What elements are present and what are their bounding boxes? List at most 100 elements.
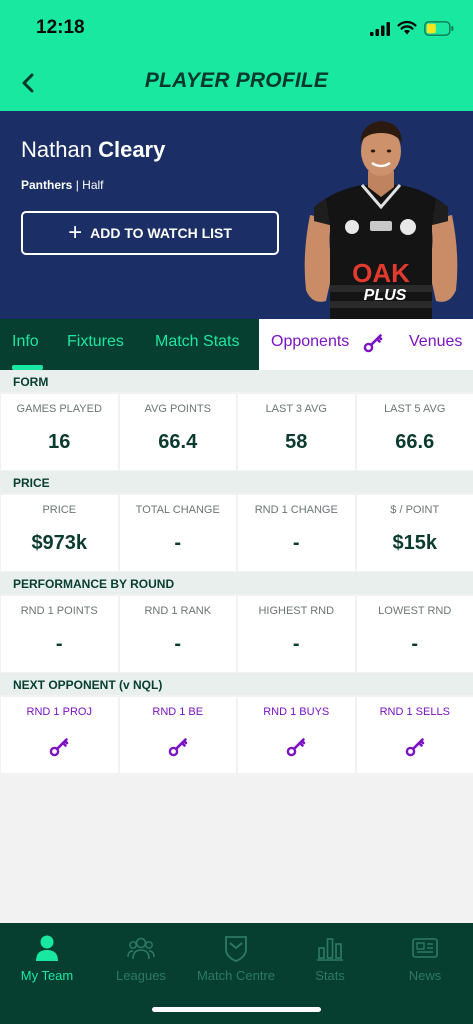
jersey-sponsor-text: OAK [352,258,410,288]
jersey-sponsor-text-2: PLUS [364,287,407,304]
stat-label: GAMES PLAYED [16,403,102,415]
stat-rnd-1-rank: RND 1 RANK - [119,596,236,672]
stat-label: RND 1 BE [152,706,204,718]
plus-icon: + [68,219,83,246]
section-title: NEXT OPPONENT (v NQL) [13,678,163,692]
player-name: Nathan Cleary [21,137,165,163]
nav-label: Stats [315,968,345,983]
stat-label: AVG POINTS [144,403,211,415]
section-header-performance: PERFORMANCE BY ROUND [0,572,473,594]
status-time: 12:18 [36,17,85,38]
stat-value: - [292,532,300,554]
section-title: PRICE [13,476,50,490]
nav-match-centre[interactable]: Match Centre [189,923,283,993]
stat-value: $15k [392,532,438,554]
stat-label: PRICE [42,504,77,516]
stat-rnd-1-buys[interactable]: RND 1 BUYS [238,697,355,773]
shield-icon [225,936,247,962]
section-title: PERFORMANCE BY ROUND [13,577,175,591]
stat-value: $973k [31,532,88,554]
home-indicator [152,1007,321,1012]
stat-label: $ / POINT [390,504,440,516]
status-bar: 12:18 [0,0,473,55]
stat-games-played: GAMES PLAYED 16 [1,394,118,470]
stat-rnd-1-be[interactable]: RND 1 BE [119,697,236,773]
stat-rnd-1-change: RND 1 CHANGE - [238,495,355,571]
next-opponent-stats-row: RND 1 PROJ RND 1 BE RND 1 BUYS RND 1 SEL… [1,697,473,773]
stat-label: RND 1 SELLS [379,706,450,718]
nav-news[interactable]: News [378,923,472,993]
stat-value: - [174,633,182,655]
add-to-watch-list-button[interactable]: + ADD TO WATCH LIST [21,211,279,255]
tab-bar: Info Fixtures Match Stats Opponents Venu… [0,319,473,370]
stat-value: - [292,633,300,655]
player-last-name: Cleary [98,137,166,162]
tab-match-stats[interactable]: Match Stats [155,333,239,351]
stat-last-5-avg: LAST 5 AVG 66.6 [356,394,473,470]
stat-value: 66.4 [158,431,198,453]
stat-lowest-rnd: LOWEST RND - [356,596,473,672]
nav-label: Match Centre [196,968,276,983]
player-position: | Half [75,178,104,192]
person-icon [36,935,58,961]
page-title: PLAYER PROFILE [144,69,329,92]
player-team: Panthers [21,178,73,192]
section-header-form: FORM [0,370,473,392]
stat-label: RND 1 POINTS [20,605,98,617]
watch-button-label: ADD TO WATCH LIST [90,225,232,241]
newspaper-icon [412,938,438,958]
key-icon [168,738,188,757]
stat-label: HIGHEST RND [258,605,335,617]
stat-price: PRICE $973k [1,495,118,571]
group-icon [127,937,155,960]
stat-highest-rnd: HIGHEST RND - [238,596,355,672]
nav-label: News [408,968,442,983]
stat-label: RND 1 PROJ [26,706,92,718]
player-hero: Nathan Cleary Panthers | Half + ADD TO W… [0,111,473,319]
stat-value: - [411,633,419,655]
stat-value: 58 [285,431,308,453]
nav-label: My Team [20,968,74,983]
key-icon [49,738,69,757]
stat-label: RND 1 CHANGE [254,504,338,516]
section-header-next-opponent: NEXT OPPONENT (v NQL) [0,673,473,695]
stat-label: RND 1 RANK [144,605,212,617]
nav-bar: PLAYER PROFILE [0,55,473,111]
performance-stats-row: RND 1 POINTS - RND 1 RANK - HIGHEST RND … [1,596,473,672]
tab-fixtures[interactable]: Fixtures [67,333,124,351]
tab-opponents[interactable]: Opponents [271,333,349,351]
key-icon [405,738,425,757]
stat-label: RND 1 BUYS [263,706,330,718]
stat-avg-points: AVG POINTS 66.4 [119,394,236,470]
stat-label: LOWEST RND [378,605,452,617]
stat-last-3-avg: LAST 3 AVG 58 [238,394,355,470]
key-icon [363,334,383,353]
key-icon [286,738,306,757]
bar-chart-icon [317,938,343,961]
stat-label: TOTAL CHANGE [135,504,220,516]
section-header-price: PRICE [0,471,473,493]
nav-leagues[interactable]: Leagues [94,923,188,993]
stat-rnd-1-proj[interactable]: RND 1 PROJ [1,697,118,773]
section-title: FORM [13,375,49,389]
price-stats-row: PRICE $973k TOTAL CHANGE - RND 1 CHANGE … [1,495,473,571]
nav-stats[interactable]: Stats [283,923,377,993]
stat-value: - [55,633,63,655]
battery-icon [424,21,454,36]
player-photo: OAK PLUS [304,121,458,319]
stat-value: 66.6 [395,431,435,453]
player-first-name: Nathan [21,137,92,162]
stat-label: LAST 3 AVG [265,403,327,415]
stat-label: LAST 5 AVG [384,403,446,415]
nav-my-team[interactable]: My Team [0,923,94,993]
signal-icon [370,22,390,36]
stat-value: - [174,532,182,554]
tab-venues[interactable]: Venues [409,333,462,351]
stat-value: 16 [48,431,71,453]
player-meta: Panthers | Half [21,178,104,192]
stat-rnd-1-sells[interactable]: RND 1 SELLS [356,697,473,773]
stat-total-change: TOTAL CHANGE - [119,495,236,571]
tab-info[interactable]: Info [12,333,39,351]
stat-rnd-1-points: RND 1 POINTS - [1,596,118,672]
nav-label: Leagues [116,968,166,983]
